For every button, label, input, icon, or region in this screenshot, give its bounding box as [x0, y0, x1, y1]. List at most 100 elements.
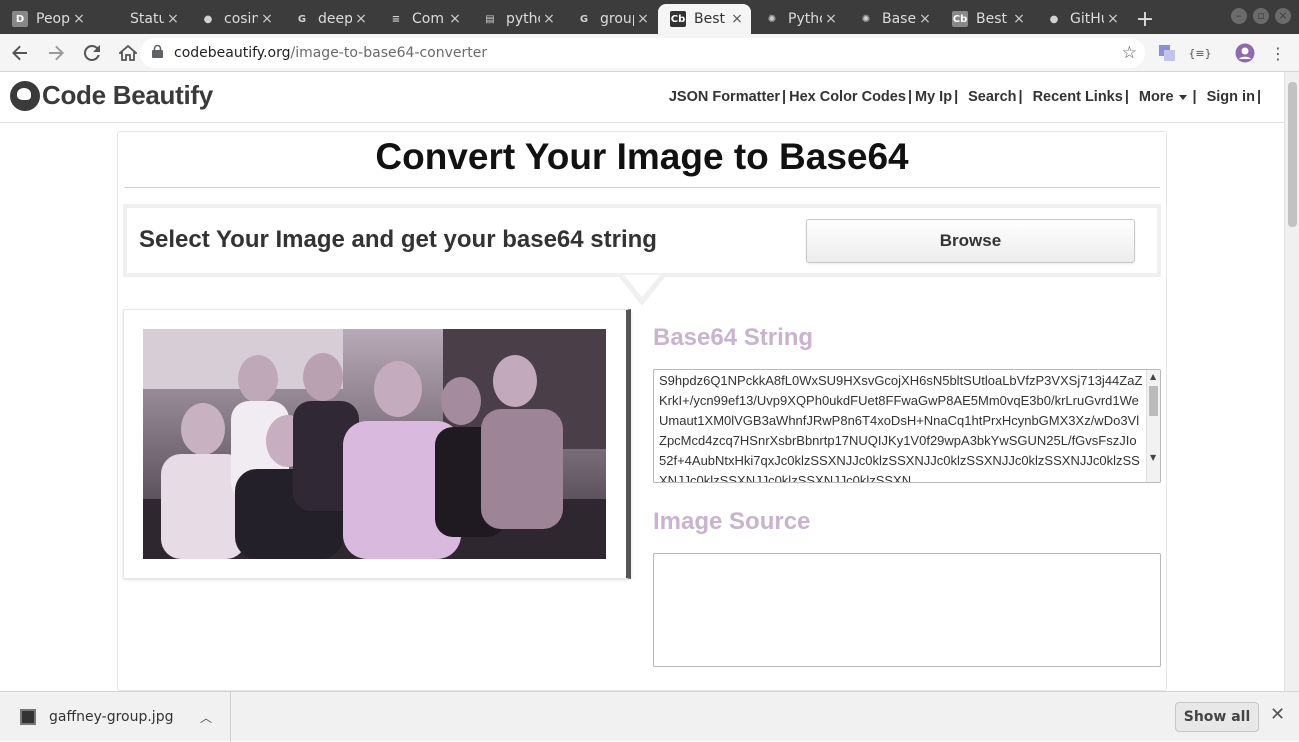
site-favicon: Cb	[952, 11, 968, 27]
tab-close-icon[interactable]: ×	[259, 11, 275, 27]
site-favicon: Cb	[670, 11, 686, 27]
browser-tab[interactable]: Status×	[94, 4, 187, 34]
tab-close-icon[interactable]: ×	[1105, 11, 1121, 27]
tab-title: Com	[412, 11, 444, 27]
tab-title: Python	[788, 11, 822, 27]
tab-close-icon[interactable]: ×	[541, 11, 557, 27]
tab-title: GitHub	[1070, 11, 1104, 27]
browser-tab[interactable]: ● cosine×	[188, 4, 281, 34]
logo-text: Code Beautify	[42, 80, 213, 110]
textarea-scrollbar[interactable]: ▲ ▼	[1146, 370, 1160, 482]
browser-tab[interactable]: ▤ python×	[470, 4, 563, 34]
lock-icon[interactable]	[152, 44, 168, 61]
tab-title: Best	[976, 11, 1008, 27]
browse-button[interactable]: Browse	[806, 219, 1135, 263]
site-logo[interactable]: Code Beautify	[10, 80, 213, 111]
translate-extension-icon[interactable]	[1156, 42, 1178, 64]
browser-tab[interactable]: ✺ Python×	[752, 4, 845, 34]
chevron-up-icon[interactable]: ︿	[200, 709, 212, 726]
nav-more[interactable]: More	[1139, 89, 1187, 105]
bookmark-star-icon[interactable]: ☆	[1122, 43, 1137, 63]
browser-tab[interactable]: Ggroup×	[564, 4, 657, 34]
image-source-label: Image Source	[653, 508, 811, 535]
tab-close-icon[interactable]: ×	[71, 11, 87, 27]
download-file-name: gaffney-group.jpg	[49, 709, 174, 725]
textarea-scroll-thumb[interactable]	[1149, 386, 1158, 416]
google-icon: G	[297, 13, 307, 25]
minimize-icon[interactable]: –	[1231, 8, 1247, 24]
base64-string-label: Base64 String	[653, 324, 814, 351]
browser-tab[interactable]: ✺ Base ×	[846, 4, 939, 34]
url-host: codebeautify.org	[174, 45, 291, 61]
maximize-icon[interactable]: ▫	[1253, 8, 1269, 24]
image-source-textarea[interactable]	[653, 553, 1161, 667]
tab-list: DPeople×Status×●cosine×Gdeep×≡Com×▤pytho…	[0, 0, 1128, 34]
github-icon: ●	[1049, 13, 1059, 25]
scroll-up-arrow-icon[interactable]: ▲	[1150, 372, 1156, 381]
browser-tab-strip: DPeople×Status×●cosine×Gdeep×≡Com×▤pytho…	[0, 0, 1299, 34]
back-icon[interactable]	[4, 37, 36, 69]
nav-json-formatter[interactable]: JSON Formatter	[669, 89, 780, 105]
browser-tab[interactable]: Cb Best ×	[940, 4, 1033, 34]
page-scroll-thumb[interactable]	[1288, 82, 1297, 227]
stack-icon: ≡	[391, 13, 401, 25]
url-path: /image-to-base64-converter	[290, 45, 488, 61]
browser-tab[interactable]: Gdeep ×	[282, 4, 375, 34]
download-shelf: gaffney-group.jpg ︿ Show all ✕	[0, 691, 1299, 742]
page-scrollbar[interactable]	[1284, 72, 1299, 691]
scroll-down-arrow-icon[interactable]: ▼	[1150, 453, 1156, 462]
browser-toolbar: codebeautify.org/image-to-base64-convert…	[0, 34, 1299, 72]
tab-close-icon[interactable]: ×	[823, 11, 839, 27]
new-tab-button[interactable]: +	[1128, 4, 1162, 34]
json-extension-icon[interactable]: {≡}	[1188, 42, 1211, 64]
close-shelf-icon[interactable]: ✕	[1270, 704, 1285, 725]
base64-output-text: S9hpdz6Q1NPckkA8fL0WxSU9HXsvGcojXH6sN5bl…	[659, 373, 1143, 483]
tab-close-icon[interactable]: ×	[447, 11, 463, 27]
tab-title: People	[36, 11, 70, 27]
tab-close-icon[interactable]: ×	[917, 11, 933, 27]
site-favicon: D	[12, 11, 28, 27]
tab-close-icon[interactable]: ×	[165, 11, 181, 27]
site-header: Code Beautify JSON Formatter | Hex Color …	[0, 72, 1284, 123]
nav-my-ip[interactable]: My Ip	[915, 89, 952, 105]
gear-icon: ✺	[861, 13, 871, 25]
nav-recent-links[interactable]: Recent Links	[1033, 89, 1123, 105]
top-navigation: JSON Formatter | Hex Color Codes | My Ip | …	[668, 89, 1261, 105]
tab-title: cosine	[224, 11, 258, 27]
forward-icon[interactable]	[40, 37, 72, 69]
base64-output-textarea[interactable]: S9hpdz6Q1NPckkA8fL0WxSU9HXsvGcojXH6sN5bl…	[653, 369, 1161, 483]
download-item[interactable]: gaffney-group.jpg ︿	[0, 692, 231, 742]
google-icon: G	[579, 13, 589, 25]
tab-close-icon[interactable]: ×	[729, 11, 745, 27]
image-file-icon	[20, 709, 36, 725]
browser-tab[interactable]: ≡ Com ×	[376, 4, 469, 34]
tab-title: Best	[694, 11, 726, 27]
select-image-prompt: Select Your Image and get your base64 st…	[139, 226, 657, 253]
browser-tab[interactable]: D People×	[0, 4, 93, 34]
nav-sign-in[interactable]: Sign in	[1207, 89, 1255, 105]
close-window-icon[interactable]: ×	[1275, 8, 1291, 24]
nav-search[interactable]: Search	[968, 89, 1016, 105]
nav-more-label: More	[1138, 89, 1174, 105]
doc-icon: ▤	[485, 13, 495, 25]
address-bar[interactable]: codebeautify.org/image-to-base64-convert…	[140, 38, 1145, 68]
uploaded-image-preview	[143, 329, 606, 559]
reload-icon[interactable]	[76, 37, 108, 69]
tab-close-icon[interactable]: ×	[1011, 11, 1027, 27]
browser-tab[interactable]: Cb Best ×	[658, 4, 751, 34]
browser-tab[interactable]: ● GitHub×	[1034, 4, 1127, 34]
tab-title: deep	[318, 11, 352, 27]
tab-title: Base	[882, 11, 916, 27]
profile-avatar[interactable]	[1234, 42, 1256, 64]
brain-logo-icon	[10, 80, 40, 111]
window-controls: – ▫ ×	[1231, 8, 1291, 24]
caret-down-icon	[1178, 94, 1187, 100]
tab-title: python	[506, 11, 540, 27]
nav-hex-color-codes[interactable]: Hex Color Codes	[789, 89, 906, 105]
tab-close-icon[interactable]: ×	[353, 11, 369, 27]
tab-title: Status	[130, 11, 164, 27]
tab-close-icon[interactable]: ×	[635, 11, 651, 27]
show-all-button[interactable]: Show all	[1175, 702, 1259, 732]
github-icon: ●	[203, 13, 213, 25]
browser-menu-icon[interactable]: ⋮	[1267, 42, 1289, 64]
